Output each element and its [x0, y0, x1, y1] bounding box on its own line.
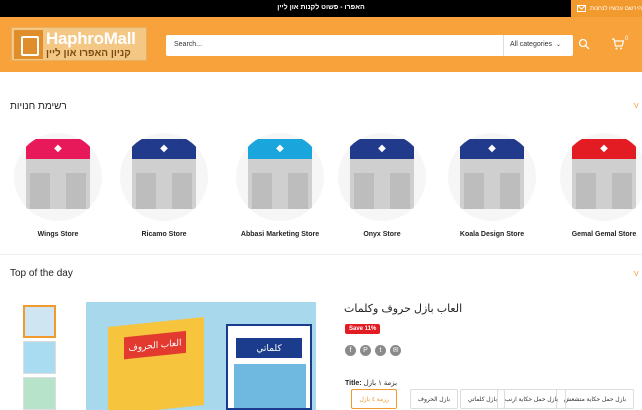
product-thumbnail[interactable]	[23, 305, 56, 338]
store-illustration: ◆	[120, 133, 208, 221]
product-box-letters: العاب الحروف	[108, 316, 204, 410]
store-name[interactable]: Gemal Gemal Store	[560, 231, 642, 238]
site-logo[interactable]: HaphroMall קניון האפרו און ליין	[11, 27, 147, 61]
store-name[interactable]: Wings Store	[14, 231, 102, 238]
store-name[interactable]: Abbasi Marketing Store	[236, 231, 324, 238]
store-emblem-icon: ◆	[378, 143, 386, 154]
option-button[interactable]: بازل الحروف	[409, 389, 458, 409]
store-emblem-icon: ◆	[488, 143, 496, 154]
promo-text: האפרו - פשוט לקנות און ליין	[277, 4, 365, 11]
option-label-key: Title:	[345, 380, 362, 387]
store-illustration: ◆	[14, 133, 102, 221]
store-window	[172, 173, 192, 209]
store-card[interactable]: ◆ Onyx Store	[338, 133, 426, 238]
mail-icon	[577, 5, 586, 12]
logo-tagline: קניון האפרו און ליין	[46, 48, 131, 59]
store-name[interactable]: Ricamo Store	[120, 231, 208, 238]
top-day-title: Top of the day	[10, 268, 73, 279]
search-icon[interactable]	[578, 38, 590, 50]
store-emblem-icon: ◆	[160, 143, 168, 154]
option-button[interactable]: بازل حمل حكاية متشعش	[555, 389, 634, 409]
store-name[interactable]: Onyx Store	[338, 231, 426, 238]
store-window	[576, 173, 596, 209]
store-window	[354, 173, 374, 209]
store-emblem-icon: ◆	[276, 143, 284, 154]
chevron-down-icon: ⌄	[556, 42, 562, 48]
store-card[interactable]: ◆ Gemal Gemal Store	[560, 133, 642, 238]
pinterest-icon[interactable]: P	[360, 345, 371, 356]
store-illustration: ◆	[236, 133, 324, 221]
logo-name: HaphroMall	[46, 29, 136, 48]
top-announcement-bar: האפרו - פשוט לקנות און ליין הירשם עכשיו …	[0, 0, 642, 17]
store-window	[30, 173, 50, 209]
store-window	[288, 173, 308, 209]
product-thumbnail[interactable]	[23, 377, 56, 410]
box-illustration	[234, 364, 306, 408]
cart-count: 0	[625, 36, 629, 42]
option-button[interactable]: رزمة ٤ بازل	[351, 389, 397, 409]
box-label: كلماتي	[236, 338, 302, 358]
store-window	[464, 173, 484, 209]
store-illustration: ◆	[448, 133, 536, 221]
store-name[interactable]: Koala Design Store	[448, 231, 536, 238]
search-bar: Search... All categories ⌄	[166, 35, 573, 56]
store-emblem-icon: ◆	[54, 143, 62, 154]
box-label: العاب الحروف	[124, 330, 186, 360]
product-box-words: كلماتي	[226, 324, 312, 410]
stores-section-title: רשימת חנויות	[10, 101, 67, 112]
signup-link[interactable]: הירשם עכשיו לנחנות	[571, 0, 642, 17]
store-card[interactable]: ◆ Koala Design Store	[448, 133, 536, 238]
option-label: Title: بزمة ١ بازل	[345, 379, 397, 387]
store-card[interactable]: ◆ Ricamo Store	[120, 133, 208, 238]
store-window	[66, 173, 86, 209]
option-button[interactable]: بازل كلماتي	[459, 389, 505, 409]
cart-icon[interactable]	[611, 37, 625, 51]
option-label-value: بزمة ١ بازل	[363, 380, 398, 387]
product-thumbnail[interactable]	[23, 341, 56, 374]
twitter-icon[interactable]: t	[375, 345, 386, 356]
store-emblem-icon: ◆	[600, 143, 608, 154]
sale-badge: Save 11%	[345, 324, 381, 334]
site-header: HaphroMall קניון האפרו און ליין Search..…	[0, 17, 642, 72]
section-divider	[0, 254, 642, 255]
store-window	[252, 173, 272, 209]
store-illustration: ◆	[338, 133, 426, 221]
signup-label: הירשם עכשיו לנחנות	[590, 5, 642, 12]
email-icon[interactable]: ✉	[390, 345, 401, 356]
store-card[interactable]: ◆ Abbasi Marketing Store	[236, 133, 324, 238]
category-select[interactable]: All categories ⌄	[503, 35, 573, 56]
category-select-label: All categories	[510, 41, 553, 48]
top-day-view-all-link[interactable]: V	[634, 271, 639, 278]
stores-view-all-link[interactable]: V	[634, 103, 639, 110]
store-window	[390, 173, 410, 209]
store-card[interactable]: ◆ Wings Store	[14, 133, 102, 238]
store-window	[500, 173, 520, 209]
store-illustration: ◆	[560, 133, 642, 221]
option-button[interactable]: بازل حمل حكاية ارنب	[496, 389, 566, 409]
product-main-image[interactable]: العاب الحروف كلماتي	[86, 302, 316, 410]
search-input[interactable]: Search...	[174, 41, 202, 48]
facebook-icon[interactable]: f	[345, 345, 356, 356]
store-window	[136, 173, 156, 209]
product-title[interactable]: العاب بازل حروف وكلمات	[344, 302, 462, 315]
logo-mark-icon	[14, 30, 43, 59]
share-buttons: f P t ✉	[345, 345, 401, 356]
store-window	[612, 173, 632, 209]
